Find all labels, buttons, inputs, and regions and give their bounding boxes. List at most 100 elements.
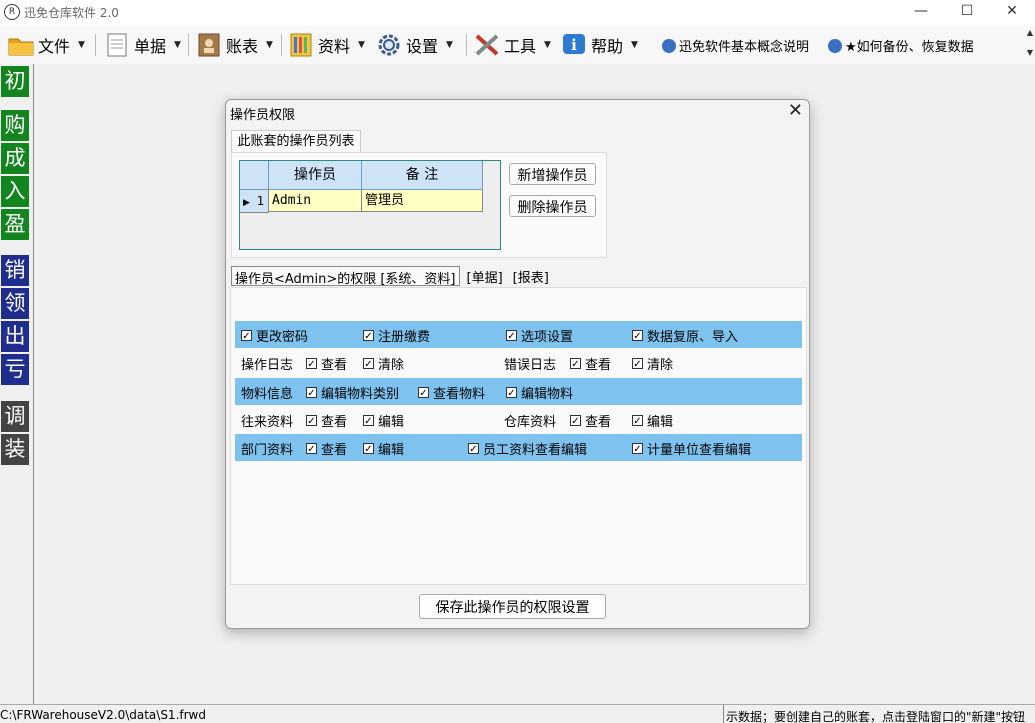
status-bar: C:\FRWarehouseV2.0\data\S1.frwd 示数据；要创建自… xyxy=(0,704,1035,723)
cell-operator[interactable]: Admin xyxy=(269,190,362,212)
link-backup-restore[interactable]: ★如何备份、恢复数据 xyxy=(828,36,974,55)
checkbox-dept-edit[interactable]: ✓ 编辑 xyxy=(363,439,404,458)
checkbox-dept-view[interactable]: ✓ 查看 xyxy=(306,439,347,458)
maximize-button[interactable]: ☐ xyxy=(944,0,990,24)
quick-button-transfer[interactable]: 调 xyxy=(1,401,29,432)
checkbox-label: 编辑物料类别 xyxy=(321,387,400,402)
quick-button-requisition[interactable]: 领 xyxy=(1,288,29,319)
checkbox-op-log-view[interactable]: ✓ 查看 xyxy=(306,354,347,373)
checkbox-op-log-clear[interactable]: ✓ 清除 xyxy=(363,354,404,373)
table-row-header[interactable]: ▶ 1 xyxy=(240,190,269,213)
scroll-up-icon[interactable]: ▲ xyxy=(1027,28,1033,37)
permission-row: ✓ 更改密码 ✓ 注册缴费 ✓ 选项设置 ✓ 数据复原、导入 xyxy=(235,321,802,348)
checkbox-label: 计量单位查看编辑 xyxy=(647,443,752,458)
grid-header-operator[interactable]: 操作员 xyxy=(269,161,362,190)
operator-grid[interactable]: 操作员 备 注 ▶ 1 Admin 管理员 xyxy=(239,160,501,250)
checkbox-view-material[interactable]: ✓ 查看物料 xyxy=(418,383,485,402)
quick-button-surplus[interactable]: 盈 xyxy=(1,209,29,240)
link-basic-concepts[interactable]: 迅免软件基本概念说明 xyxy=(662,36,809,55)
checkbox-label: 选项设置 xyxy=(521,330,574,345)
checkbox-err-log-clear[interactable]: ✓ 清除 xyxy=(632,354,673,373)
quick-button-outbound[interactable]: 出 xyxy=(1,321,29,352)
menu-help[interactable]: i 帮助 ▼ xyxy=(561,30,638,60)
grid-header-note[interactable]: 备 注 xyxy=(362,161,483,190)
error-log-label: 错误日志 xyxy=(504,358,557,373)
checkbox-employee-edit[interactable]: ✓ 员工资料查看编辑 xyxy=(468,439,587,458)
checkbox-warehouse-edit[interactable]: ✓ 编辑 xyxy=(632,411,673,430)
gear-icon xyxy=(376,33,402,57)
checkbox-icon: ✓ xyxy=(241,330,252,342)
checkbox-icon: ✓ xyxy=(570,415,581,427)
row-pointer-icon: ▶ xyxy=(243,198,250,208)
checkbox-label: 编辑 xyxy=(378,415,405,430)
checkbox-change-password[interactable]: ✓ 更改密码 xyxy=(241,326,308,345)
ledger-icon xyxy=(196,33,222,57)
checkbox-label: 清除 xyxy=(647,358,674,373)
info-icon: i xyxy=(561,33,587,57)
tab-documents[interactable]: [单据] xyxy=(464,266,506,286)
tools-icon xyxy=(474,33,500,57)
permission-row: 物料信息 ✓ 编辑物料类别 ✓ 查看物料 ✓ 编辑物料 xyxy=(235,378,802,405)
checkbox-label: 员工资料查看编辑 xyxy=(483,443,588,458)
permission-row: 部门资料 ✓ 查看 ✓ 编辑 ✓ 员工资料查看编辑 ✓ 计量单位查看编辑 xyxy=(235,434,802,461)
menu-tools[interactable]: 工具 ▼ xyxy=(474,30,551,60)
add-operator-button[interactable]: 新增操作员 xyxy=(509,163,596,185)
checkbox-contacts-view[interactable]: ✓ 查看 xyxy=(306,411,347,430)
app-logo-icon: R xyxy=(4,4,20,20)
checkbox-data-restore-import[interactable]: ✓ 数据复原、导入 xyxy=(632,326,738,345)
checkbox-label: 数据复原、导入 xyxy=(647,330,739,345)
tab-reports[interactable]: [报表] xyxy=(510,266,552,286)
checkbox-option-settings[interactable]: ✓ 选项设置 xyxy=(506,326,573,345)
window-title: 迅免仓库软件 2.0 xyxy=(24,6,119,20)
quick-button-inbound[interactable]: 入 xyxy=(1,176,29,207)
cell-note[interactable]: 管理员 xyxy=(362,190,483,212)
checkbox-unit-edit[interactable]: ✓ 计量单位查看编辑 xyxy=(632,439,751,458)
menu-file[interactable]: 文件 ▼ xyxy=(8,30,85,60)
checkbox-edit-material[interactable]: ✓ 编辑物料 xyxy=(506,383,573,402)
menu-separator xyxy=(95,34,96,56)
chevron-down-icon: ▼ xyxy=(544,40,551,50)
close-window-button[interactable]: ✕ xyxy=(989,0,1035,24)
menu-separator xyxy=(281,34,282,56)
row-index: 1 xyxy=(256,194,265,208)
operator-list-panel: 操作员 备 注 ▶ 1 Admin 管理员 新增操作员 删除操作员 xyxy=(231,152,607,258)
menu-ledger[interactable]: 账表 ▼ xyxy=(196,30,273,60)
checkbox-registration[interactable]: ✓ 注册缴费 xyxy=(363,326,430,345)
contacts-label: 往来资料 xyxy=(241,415,294,430)
checkbox-icon: ✓ xyxy=(363,443,374,455)
checkbox-icon: ✓ xyxy=(506,387,517,399)
delete-operator-button[interactable]: 删除操作员 xyxy=(509,195,596,217)
tab-system-data[interactable]: 操作员<Admin>的权限 [系统、资料] xyxy=(231,266,460,287)
checkbox-label: 编辑 xyxy=(647,415,674,430)
menu-file-label: 文件 xyxy=(38,37,71,56)
checkbox-label: 编辑物料 xyxy=(521,387,574,402)
checkbox-icon: ✓ xyxy=(632,358,643,370)
menu-documents-label: 单据 xyxy=(134,37,167,56)
quick-button-finished[interactable]: 成 xyxy=(1,143,29,174)
checkbox-icon: ✓ xyxy=(363,358,374,370)
menu-separator xyxy=(466,34,467,56)
checkbox-err-log-view[interactable]: ✓ 查看 xyxy=(570,354,611,373)
quick-button-sales[interactable]: 销 xyxy=(1,255,29,286)
checkbox-label: 查看 xyxy=(585,358,612,373)
checkbox-warehouse-view[interactable]: ✓ 查看 xyxy=(570,411,611,430)
checkbox-edit-material-category[interactable]: ✓ 编辑物料类别 xyxy=(306,383,399,402)
save-permissions-button[interactable]: 保存此操作员的权限设置 xyxy=(419,594,606,619)
menu-help-label: 帮助 xyxy=(591,37,624,56)
menu-data[interactable]: 资料 ▼ xyxy=(288,30,365,60)
minimize-button[interactable]: — xyxy=(898,0,944,24)
tab-operator-list[interactable]: 此账套的操作员列表 xyxy=(231,130,361,153)
menu-documents[interactable]: 单据 ▼ xyxy=(104,30,181,60)
folder-icon xyxy=(8,33,34,57)
quick-button-initial[interactable]: 初 xyxy=(1,66,29,97)
checkbox-contacts-edit[interactable]: ✓ 编辑 xyxy=(363,411,404,430)
menu-settings[interactable]: 设置 ▼ xyxy=(376,30,453,60)
menu-bar: 文件 ▼ 单据 ▼ 账表 ▼ 资料 ▼ 设置 ▼ 工具 ▼ i 帮助 ▼ 迅免软… xyxy=(0,26,1035,65)
quick-button-loss[interactable]: 亏 xyxy=(1,354,29,385)
menu-separator xyxy=(188,34,189,56)
quick-button-assembly[interactable]: 装 xyxy=(1,434,29,465)
dialog-close-button[interactable]: ✕ xyxy=(788,100,803,121)
scroll-down-icon[interactable]: ▼ xyxy=(1027,48,1033,57)
svg-text:i: i xyxy=(571,36,577,54)
quick-button-purchase[interactable]: 购 xyxy=(1,110,29,141)
